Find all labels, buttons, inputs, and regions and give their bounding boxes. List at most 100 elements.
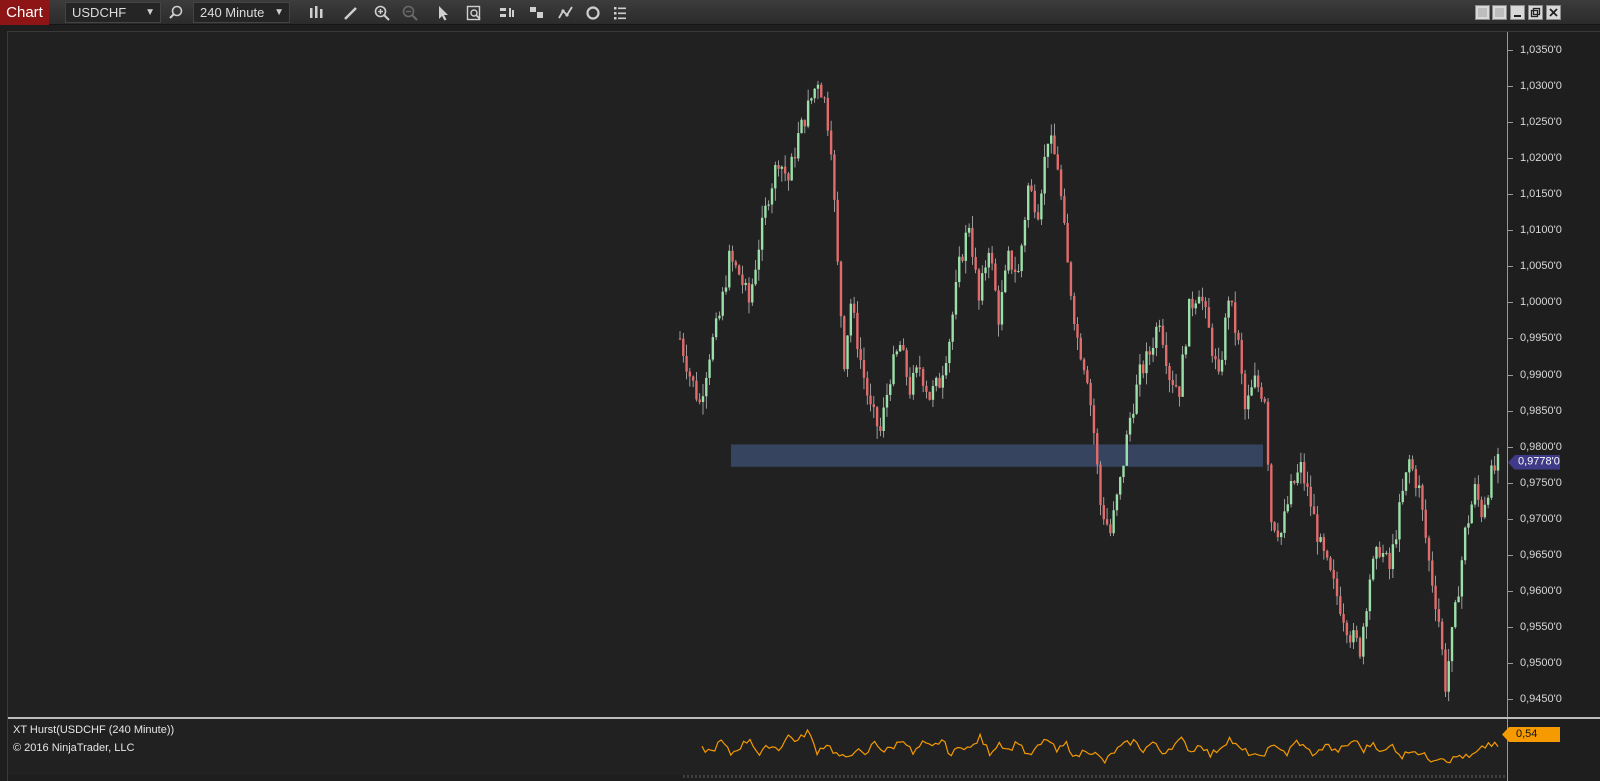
- candle: [1125, 430, 1128, 467]
- hurst-plot: [701, 728, 1499, 765]
- candle: [1260, 382, 1263, 403]
- indicator-value-tag: 0,54: [1502, 727, 1560, 742]
- candle: [1417, 475, 1421, 498]
- candle: [708, 354, 711, 386]
- time-axis: [683, 775, 1505, 778]
- candle: [1210, 323, 1214, 363]
- candle: [958, 246, 961, 288]
- candle: [849, 298, 853, 343]
- price-tick: [1508, 302, 1513, 304]
- price-tick-label: 1,0000'0: [1520, 296, 1562, 309]
- support-zone[interactable]: [731, 444, 1263, 467]
- strategies-icon[interactable]: [497, 3, 517, 22]
- candle: [1230, 300, 1234, 307]
- price-tick: [1508, 122, 1513, 124]
- price-tick: [1508, 626, 1513, 628]
- candle: [912, 365, 915, 400]
- candle: [1424, 499, 1427, 544]
- candle: [1312, 493, 1316, 515]
- candle: [1496, 447, 1500, 484]
- price-tick: [1508, 194, 1513, 196]
- candle: [1473, 477, 1477, 508]
- reload-icon[interactable]: [583, 3, 603, 22]
- candle: [1142, 360, 1145, 379]
- candle: [764, 197, 767, 225]
- bar-type-icon[interactable]: [306, 3, 326, 22]
- indicators-icon[interactable]: [527, 3, 547, 22]
- price-tick-label: 0,9950'0: [1520, 332, 1562, 345]
- candle: [1401, 478, 1404, 505]
- tile-icon[interactable]: [1492, 5, 1507, 20]
- candle: [1082, 357, 1086, 375]
- candle: [1059, 164, 1063, 201]
- candle: [1250, 379, 1253, 397]
- candle: [856, 301, 859, 358]
- candle: [1102, 497, 1105, 525]
- candle: [823, 96, 826, 104]
- candle: [1444, 643, 1447, 697]
- chart-trader-icon[interactable]: [556, 3, 576, 22]
- candle: [1388, 547, 1391, 580]
- zoom-in-icon[interactable]: [372, 3, 392, 22]
- candle: [1115, 493, 1119, 517]
- price-tick-label: 0,9600'0: [1520, 584, 1562, 597]
- price-panel[interactable]: [8, 32, 1506, 717]
- candle: [977, 267, 981, 310]
- candle: [800, 117, 803, 134]
- candle: [1128, 412, 1132, 442]
- candle: [1046, 143, 1050, 168]
- minimize-icon[interactable]: [1510, 5, 1525, 20]
- candle: [918, 355, 922, 377]
- candle: [1289, 474, 1293, 508]
- candle: [1112, 501, 1115, 536]
- candle: [685, 344, 688, 380]
- candle: [1119, 476, 1122, 500]
- price-tick: [1508, 338, 1513, 340]
- candle: [1352, 623, 1355, 649]
- price-tick-label: 1,0100'0: [1520, 224, 1562, 237]
- instrument-selector[interactable]: USDCHF ▼: [65, 2, 161, 23]
- candle: [1450, 626, 1454, 672]
- pointer-icon[interactable]: [433, 3, 453, 22]
- chart-tab[interactable]: Chart: [0, 0, 49, 25]
- price-tick: [1508, 446, 1513, 448]
- candle: [1086, 365, 1089, 385]
- candle: [1135, 374, 1138, 415]
- candle: [813, 87, 816, 103]
- candle: [895, 349, 899, 357]
- candle: [757, 239, 761, 281]
- candle: [1056, 146, 1059, 171]
- draw-pencil-icon[interactable]: [341, 3, 361, 22]
- candle: [1027, 182, 1030, 228]
- candle: [1132, 403, 1135, 424]
- hurst-line: [701, 728, 1499, 765]
- chevron-down-icon: ▼: [274, 7, 284, 18]
- candle: [1178, 386, 1181, 407]
- close-icon[interactable]: [1546, 5, 1561, 20]
- price-axis[interactable]: 1,0350'0 1,0300'0 1,0250'0 1,0200'0 1,0150'0…: [1507, 32, 1600, 717]
- candle: [1302, 453, 1306, 491]
- data-box-icon[interactable]: [610, 3, 630, 22]
- candle: [1385, 550, 1388, 556]
- candle: [698, 393, 701, 405]
- candle: [1457, 586, 1460, 603]
- indicator-panel[interactable]: [8, 719, 1506, 775]
- maximize-icon[interactable]: [1528, 5, 1543, 20]
- price-tick-label: 0,9900'0: [1520, 368, 1562, 381]
- zoom-out-icon[interactable]: [400, 3, 420, 22]
- price-tick: [1508, 230, 1513, 232]
- candle: [1381, 544, 1385, 563]
- candle: [1184, 344, 1188, 359]
- search-icon[interactable]: [166, 3, 186, 22]
- candle: [938, 372, 941, 389]
- timeframe-selector[interactable]: 240 Minute ▼: [193, 2, 290, 23]
- candle: [882, 397, 885, 438]
- candle: [928, 391, 931, 401]
- candle: [1273, 521, 1276, 533]
- properties-icon[interactable]: [464, 3, 484, 22]
- candle: [1050, 124, 1053, 154]
- candle: [829, 120, 833, 161]
- candle: [1240, 332, 1243, 385]
- price-tick-label: 1,0200'0: [1520, 152, 1562, 165]
- restore-icon[interactable]: [1475, 5, 1490, 20]
